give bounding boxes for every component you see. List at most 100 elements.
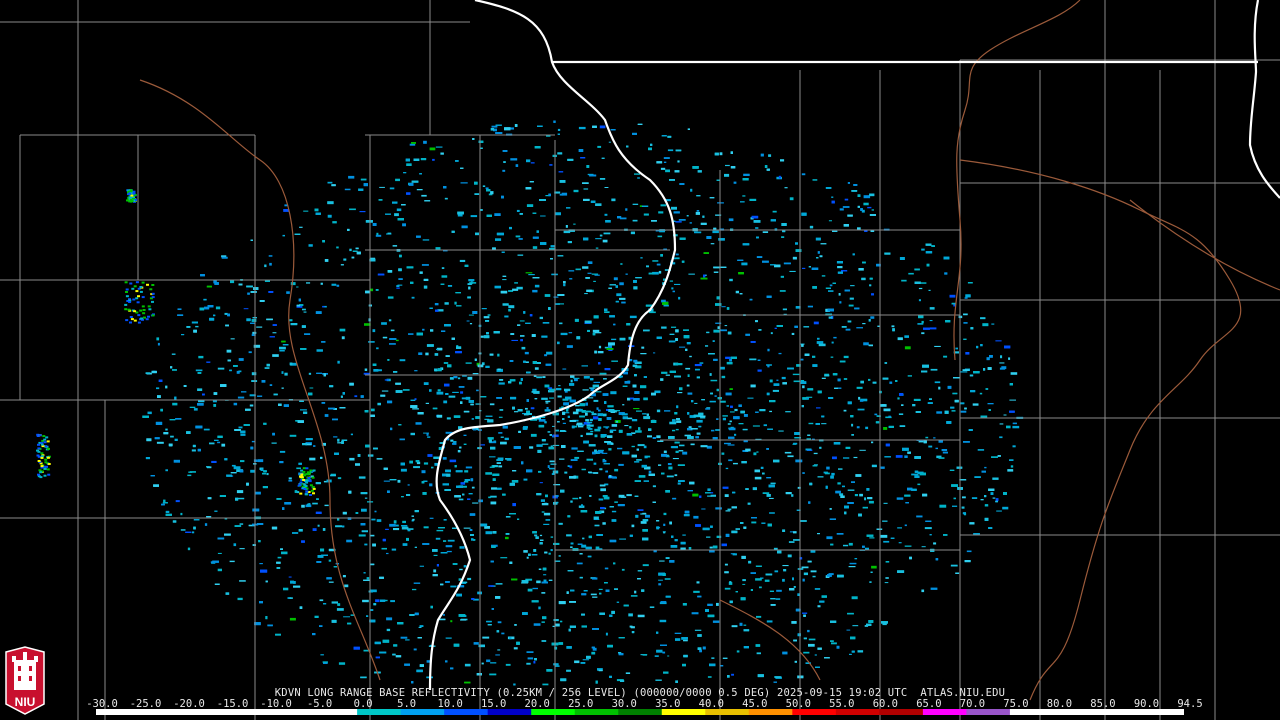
echo-pixel — [661, 135, 667, 137]
echo-pixel — [504, 127, 511, 131]
echo-pixel — [668, 340, 676, 343]
echo-pixel — [830, 356, 834, 358]
echo-pixel — [467, 376, 473, 380]
echo-pixel — [646, 265, 649, 268]
echo-pixel — [960, 410, 967, 413]
echo-pixel — [960, 371, 968, 373]
echo-pixel — [766, 448, 769, 450]
echo-pixel — [648, 311, 656, 314]
echo-pixel — [217, 367, 225, 370]
echo-pixel — [515, 164, 519, 167]
echo-pixel — [692, 166, 699, 169]
echo-pixel — [518, 238, 523, 240]
echo-pixel — [316, 372, 322, 374]
echo-pixel — [510, 396, 517, 400]
echo-pixel — [271, 442, 277, 444]
echo-pixel — [934, 381, 941, 384]
echo-pixel — [457, 377, 461, 380]
echo-pixel — [923, 327, 930, 330]
echo-pixel — [599, 178, 606, 180]
echo-pixel — [728, 218, 734, 222]
echo-pixel — [332, 418, 338, 421]
echo-pixel — [856, 327, 863, 329]
echo-pixel — [992, 497, 996, 499]
echo-pixel — [817, 251, 820, 254]
echo-pixel — [460, 401, 463, 404]
echo-pixel — [920, 282, 927, 284]
echo-pixel — [980, 415, 988, 418]
echo-pixel — [662, 651, 666, 654]
echo-pixel — [675, 329, 679, 333]
echo-pixel — [622, 404, 625, 406]
echo-pixel — [1000, 355, 1003, 359]
echo-pixel — [411, 515, 414, 517]
echo-pixel — [486, 189, 491, 192]
echo-pixel — [850, 285, 855, 287]
echo-pixel — [755, 644, 761, 647]
echo-pixel — [970, 327, 974, 330]
echo-pixel — [763, 424, 767, 427]
echo-pixel — [557, 255, 564, 257]
echo-pixel — [150, 475, 155, 477]
echo-pixel — [602, 460, 607, 463]
echo-pixel — [597, 413, 603, 416]
echo-pixel — [445, 469, 451, 473]
echo-pixel — [401, 525, 408, 527]
echo-pixel — [372, 363, 377, 366]
echo-pixel — [672, 419, 676, 422]
echo-pixel — [892, 328, 895, 332]
echo-pixel — [344, 188, 351, 191]
echo-pixel — [568, 270, 575, 272]
echo-pixel — [541, 640, 547, 642]
echo-pixel — [422, 492, 427, 495]
echo-pixel — [383, 467, 388, 470]
echo-pixel — [599, 234, 603, 237]
echo-pixel — [581, 593, 587, 596]
echo-pixel — [491, 487, 497, 490]
echo-pixel — [539, 482, 543, 484]
echo-pixel — [801, 566, 809, 569]
echo-pixel — [281, 387, 284, 389]
echo-pixel — [721, 543, 727, 547]
echo-pixel — [914, 470, 919, 473]
echo-pixel — [547, 431, 551, 433]
echo-pixel — [471, 598, 475, 600]
echo-pixel — [505, 536, 509, 540]
echo-pixel — [864, 497, 867, 501]
echo-pixel — [991, 323, 995, 325]
echo-pixel — [891, 325, 895, 328]
echo-pixel — [712, 437, 718, 440]
echo-pixel — [592, 596, 598, 598]
echo-pixel — [634, 173, 641, 175]
echo-pixel — [500, 557, 508, 559]
echo-pixel — [457, 214, 463, 217]
echo-pixel — [802, 267, 806, 269]
echo-pixel — [598, 669, 603, 672]
echo-pixel — [485, 531, 493, 535]
echo-pixel — [511, 578, 518, 581]
echo-pixel — [1003, 414, 1007, 416]
echo-pixel — [541, 511, 545, 513]
echo-pixel — [237, 597, 243, 601]
echo-pixel — [337, 477, 342, 480]
echo-pixel — [782, 651, 788, 655]
echo-pixel — [641, 589, 645, 592]
echo-pixel — [802, 472, 805, 474]
echo-pixel — [727, 444, 735, 446]
echo-pixel — [855, 474, 862, 477]
echo-pixel — [170, 435, 174, 438]
echo-pixel — [260, 569, 268, 573]
echo-pixel — [753, 452, 757, 456]
echo-pixel — [489, 353, 494, 356]
echo-pixel — [534, 367, 539, 370]
echo-pixel — [296, 467, 301, 470]
echo-pixel — [757, 369, 762, 372]
echo-pixel — [358, 534, 366, 537]
echo-pixel — [801, 405, 804, 408]
echo-pixel — [980, 344, 983, 347]
echo-pixel — [480, 523, 488, 527]
echo-pixel — [498, 416, 503, 418]
echo-pixel — [238, 358, 244, 361]
echo-pixel — [494, 213, 501, 216]
echo-pixel — [475, 416, 481, 419]
